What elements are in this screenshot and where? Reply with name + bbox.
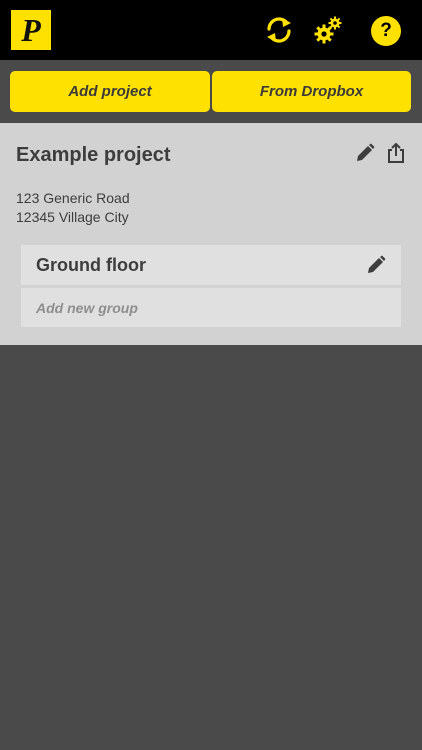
project-address-line2: 12345 Village City <box>16 209 129 225</box>
add-project-button[interactable]: Add project <box>10 71 210 112</box>
action-bar: Add project From Dropbox <box>0 60 422 123</box>
sync-icon[interactable] <box>263 14 295 46</box>
settings-icon[interactable] <box>312 14 344 46</box>
share-icon[interactable] <box>386 142 406 164</box>
project-title[interactable]: Example project <box>16 144 171 167</box>
project-address-line1: 123 Generic Road <box>16 190 130 206</box>
edit-group-icon[interactable] <box>366 255 386 275</box>
top-bar: P ? <box>0 0 422 60</box>
group-label: Ground floor <box>36 255 146 275</box>
add-group-placeholder: Add new group <box>36 300 138 316</box>
from-dropbox-button[interactable]: From Dropbox <box>212 71 411 112</box>
app-logo: P <box>11 10 51 50</box>
help-icon[interactable]: ? <box>371 16 401 46</box>
edit-project-icon[interactable] <box>355 143 375 163</box>
